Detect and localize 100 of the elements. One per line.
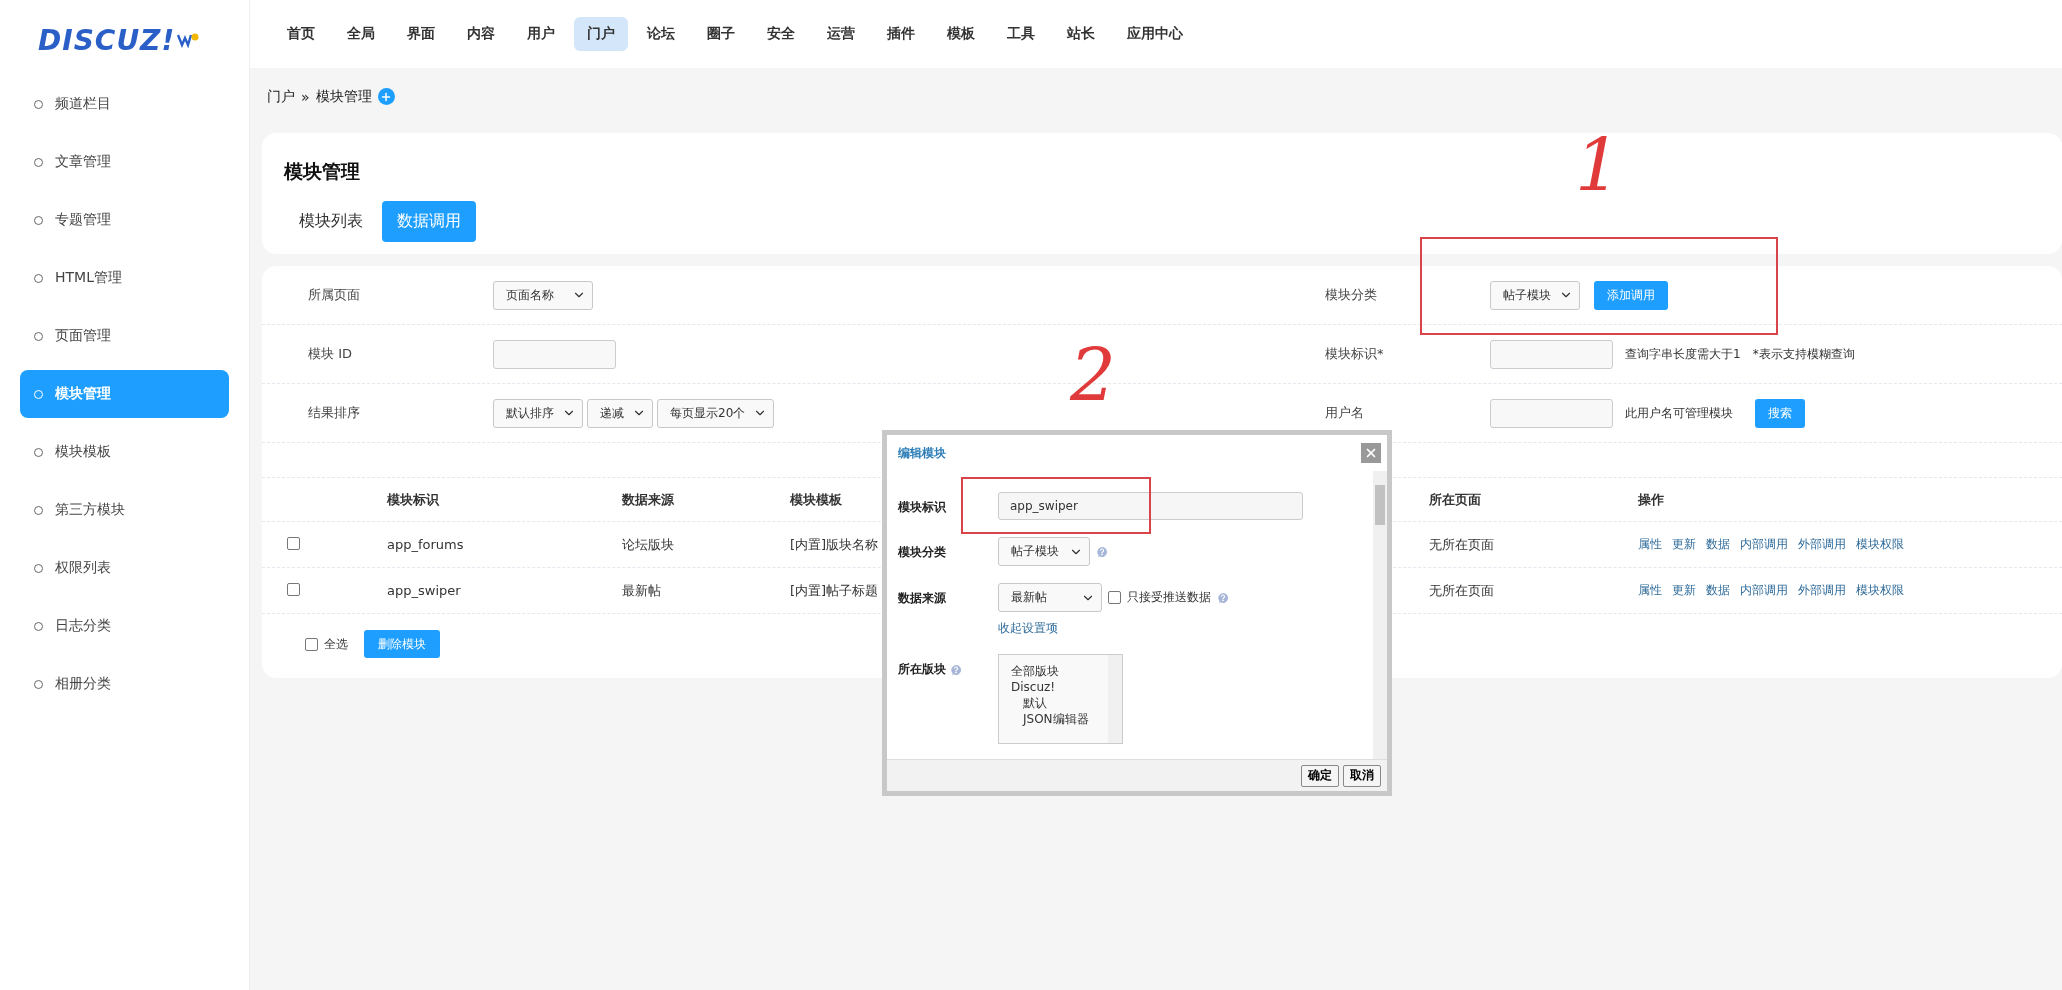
- dropdown-select[interactable]: 每页显示20个: [657, 398, 775, 428]
- close-button[interactable]: [1361, 443, 1381, 463]
- filter-label: 所属页面: [308, 286, 361, 304]
- dropdown-select[interactable]: 默认排序: [493, 398, 583, 428]
- action-link[interactable]: 属性: [1638, 536, 1662, 553]
- push-checkbox[interactable]: [1108, 591, 1121, 604]
- breadcrumb-separator: »: [301, 88, 310, 105]
- nav-tab[interactable]: 用户: [514, 17, 568, 51]
- column-header: 模块模板: [790, 490, 842, 509]
- dialog-button[interactable]: 确定: [1301, 764, 1339, 787]
- column-header: 操作: [1638, 490, 1664, 509]
- table-cell: 最新帖: [622, 581, 661, 600]
- dropdown-select[interactable]: 帖子模块: [998, 537, 1090, 566]
- dropdown-select[interactable]: 递减: [587, 398, 653, 428]
- input-field[interactable]: [1490, 398, 1613, 428]
- add-icon[interactable]: [377, 88, 395, 105]
- dropdown-select[interactable]: 帖子模块: [1490, 280, 1580, 310]
- nav-tab[interactable]: 运营: [814, 17, 868, 51]
- tab[interactable]: 模块列表: [284, 201, 378, 242]
- sidebar-item[interactable]: 模块模板: [20, 428, 229, 476]
- handwritten-number: 1: [1575, 130, 1621, 202]
- input-field[interactable]: app_swiper: [998, 492, 1303, 520]
- input-field[interactable]: [1490, 339, 1613, 369]
- logo-mark-icon: [177, 32, 200, 48]
- sidebar-item[interactable]: 相册分类: [20, 660, 229, 708]
- checkbox-label: 只接受推送数据: [1127, 589, 1211, 606]
- action-link[interactable]: 模块权限: [1856, 536, 1904, 553]
- nav-tab[interactable]: 论坛: [634, 17, 688, 51]
- action-link[interactable]: 属性: [1638, 582, 1662, 599]
- dialog-title: 编辑模块: [898, 444, 946, 462]
- table-cell: [内置]版块名称: [790, 535, 879, 554]
- field-label: 模块标识: [898, 499, 946, 516]
- filter-label: 模块标识*: [1325, 345, 1385, 363]
- sidebar-item[interactable]: 第三方模块: [20, 486, 229, 534]
- field-label: 数据来源: [898, 590, 946, 607]
- forum-listbox[interactable]: 全部版块 Discuz! 默认 JSON编辑器: [998, 654, 1123, 744]
- breadcrumb-current: 模块管理: [315, 87, 372, 106]
- sidebar-item[interactable]: 文章管理: [20, 138, 229, 186]
- forum-option[interactable]: JSON编辑器: [1011, 711, 1108, 727]
- nav-tab[interactable]: 安全: [754, 17, 808, 51]
- nav-tab[interactable]: 全局: [334, 17, 388, 51]
- nav-tab[interactable]: 圈子: [694, 17, 748, 51]
- field-label: 模块分类: [898, 544, 946, 561]
- dialog-button[interactable]: 取消: [1343, 764, 1381, 787]
- filter-label: 用户名: [1325, 404, 1365, 422]
- sidebar-item[interactable]: HTML管理: [20, 254, 229, 302]
- nav-tab[interactable]: 工具: [994, 17, 1048, 51]
- table-cell: app_forums: [387, 537, 464, 552]
- dialog-scrollbar[interactable]: [1373, 471, 1387, 759]
- nav-tab[interactable]: 门户: [574, 17, 628, 51]
- close-icon: [1364, 446, 1378, 460]
- nav-tab[interactable]: 内容: [454, 17, 508, 51]
- sidebar-item[interactable]: 权限列表: [20, 544, 229, 592]
- sidebar-item[interactable]: 页面管理: [20, 312, 229, 360]
- action-link[interactable]: 外部调用: [1798, 582, 1846, 599]
- forum-option[interactable]: Discuz!: [1011, 679, 1108, 695]
- column-header: 所在页面: [1429, 490, 1481, 509]
- filter-label: 结果排序: [308, 404, 361, 422]
- select-all-checkbox[interactable]: [305, 637, 318, 651]
- forum-option[interactable]: 默认: [1011, 695, 1108, 711]
- collapse-link[interactable]: 收起设置项: [998, 620, 1373, 637]
- nav-tab[interactable]: 插件: [874, 17, 928, 51]
- table-cell: 无所在页面: [1429, 581, 1494, 600]
- action-link[interactable]: 内部调用: [1740, 582, 1788, 599]
- dropdown-select[interactable]: 最新帖: [998, 583, 1102, 612]
- logo-text: DISCUZ!: [38, 23, 176, 57]
- action-link[interactable]: 内部调用: [1740, 536, 1788, 553]
- action-link[interactable]: 更新: [1672, 536, 1696, 553]
- row-checkbox[interactable]: [287, 536, 300, 550]
- nav-tab[interactable]: 界面: [394, 17, 448, 51]
- sidebar-item[interactable]: 专题管理: [20, 196, 229, 244]
- page-title: 模块管理: [284, 159, 361, 184]
- hint-text: 此用户名可管理模块: [1625, 404, 1733, 422]
- input-field[interactable]: [493, 339, 616, 369]
- column-header: 数据来源: [622, 490, 674, 509]
- hint-text: *表示支持模糊查询: [1752, 345, 1855, 363]
- action-link[interactable]: 数据: [1706, 536, 1730, 553]
- hint-text: 查询字串长度需大于1: [1625, 345, 1741, 363]
- forum-option[interactable]: 全部版块: [1011, 663, 1108, 679]
- row-checkbox[interactable]: [287, 582, 300, 596]
- table-cell: app_swiper: [387, 583, 461, 598]
- scrollbar-track[interactable]: [1108, 655, 1122, 743]
- nav-tab[interactable]: 站长: [1054, 17, 1108, 51]
- nav-tab[interactable]: 首页: [274, 17, 328, 51]
- nav-tab[interactable]: 应用中心: [1114, 17, 1196, 51]
- field-label: 所在版块: [898, 661, 946, 678]
- nav-tab[interactable]: 模板: [934, 17, 988, 51]
- sidebar-item[interactable]: 频道栏目: [20, 80, 229, 128]
- column-header: 模块标识: [387, 490, 439, 509]
- table-cell: [内置]帖子标题: [790, 581, 879, 600]
- dropdown-select[interactable]: 页面名称: [493, 280, 593, 310]
- action-link[interactable]: 数据: [1706, 582, 1730, 599]
- action-link[interactable]: 模块权限: [1856, 582, 1904, 599]
- select-all-label: 全选: [324, 635, 348, 653]
- action-link[interactable]: 更新: [1672, 582, 1696, 599]
- table-cell: 论坛版块: [622, 535, 674, 554]
- breadcrumb-link[interactable]: 门户: [267, 87, 295, 106]
- action-link[interactable]: 外部调用: [1798, 536, 1846, 553]
- table-cell: 无所在页面: [1429, 535, 1494, 554]
- sidebar-item[interactable]: 日志分类: [20, 602, 229, 650]
